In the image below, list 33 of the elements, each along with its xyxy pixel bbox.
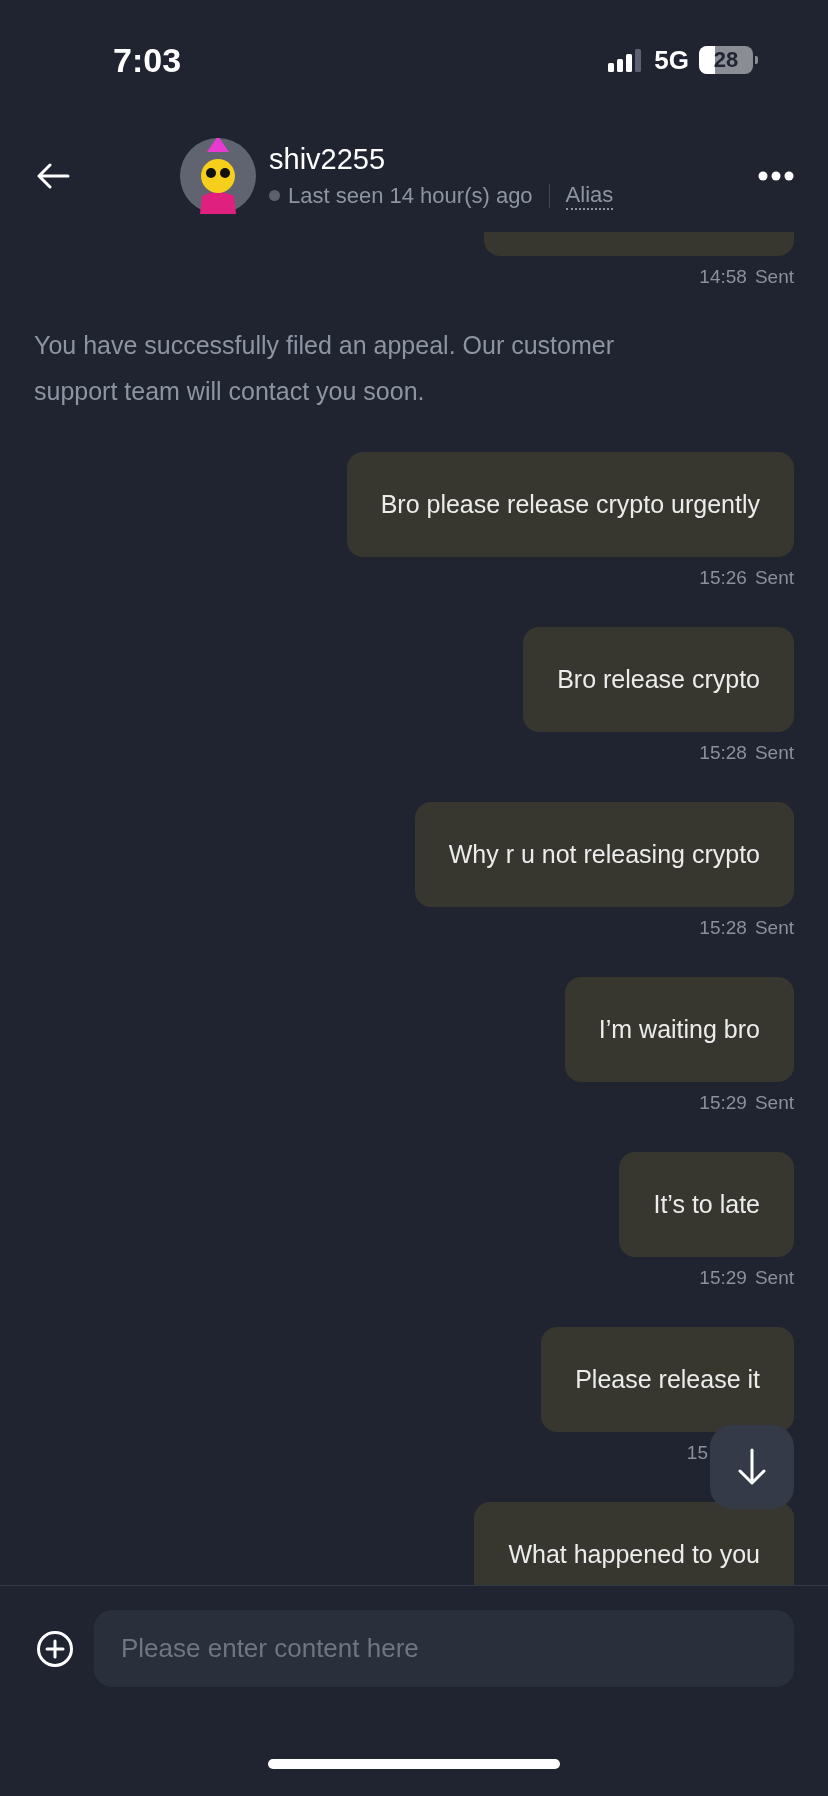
message-bubble: I’m waiting bro	[564, 977, 794, 1082]
message-time: 15	[686, 1442, 708, 1464]
message-status: Sent	[754, 1267, 794, 1289]
contact-name: shiv2255	[269, 142, 387, 176]
message-bubble: What happened to you	[474, 1502, 794, 1585]
down-arrow-icon	[737, 1448, 767, 1486]
back-arrow-icon[interactable]	[36, 163, 70, 189]
message-time: 15:29	[699, 1267, 747, 1289]
message-status: Sent	[754, 1092, 794, 1114]
message-bubble: Bro please release crypto urgently	[346, 452, 794, 557]
message-time: 14:58	[699, 266, 747, 288]
last-seen-text: Last seen 14 hour(s) ago	[288, 182, 533, 209]
message-status: Sent	[754, 917, 794, 939]
message-status: Sent	[754, 742, 794, 764]
system-message: You have successfully filed an appeal. Our customer support team will contact you soon.	[34, 330, 615, 407]
message-time: 15:28	[699, 917, 747, 939]
message-status: Sent	[754, 567, 794, 589]
message-input[interactable]: Please enter content here	[94, 1610, 794, 1687]
alias-link[interactable]: Alias	[565, 181, 614, 210]
status-time: 7:03	[113, 40, 182, 80]
scroll-down-button[interactable]	[710, 1425, 794, 1509]
more-icon[interactable]	[758, 171, 794, 181]
network-label: 5G	[654, 44, 689, 76]
message-status: Sent	[754, 266, 794, 288]
message-time: 15:26	[699, 567, 747, 589]
message-bubble: Why r u not releasing crypto	[414, 802, 794, 907]
message-time: 15:28	[699, 742, 747, 764]
add-icon[interactable]	[36, 1629, 74, 1668]
message-bubble: Please release it	[541, 1327, 794, 1432]
message-time: 15:29	[699, 1092, 747, 1114]
message-bubble: It’s to late	[619, 1152, 794, 1257]
message-bubble: Bro release crypto	[523, 627, 794, 732]
avatar-icon	[180, 138, 256, 214]
